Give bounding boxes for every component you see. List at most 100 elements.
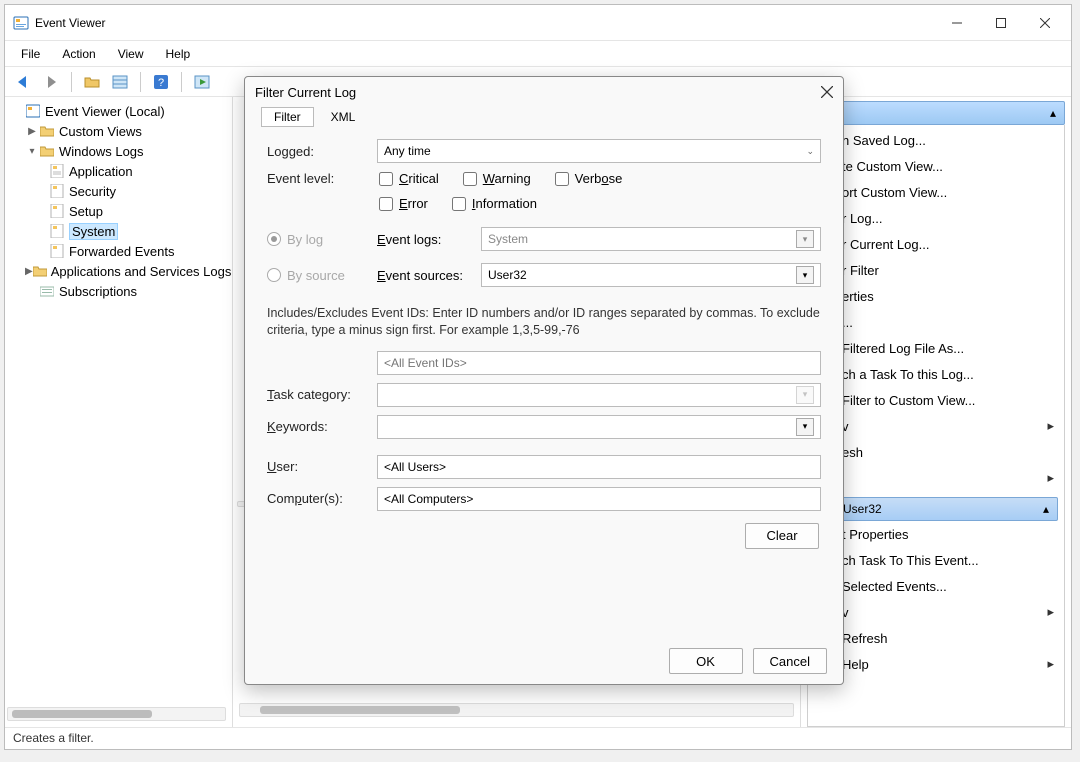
submenu-arrow-icon: ▸ [1047, 470, 1054, 486]
event-viewer-icon [13, 15, 29, 31]
event-sources-value: User32 [488, 268, 527, 282]
event-logs-label: Event logs: [377, 232, 473, 247]
clear-button[interactable]: Clear [745, 523, 819, 549]
tree-security[interactable]: Security [7, 181, 230, 201]
folder-open-icon [39, 143, 55, 159]
window-minimize-button[interactable] [935, 9, 979, 37]
toolbar-separator [140, 72, 141, 92]
tree-item-label: Setup [69, 204, 103, 219]
keywords-dropdown[interactable]: ▾ [377, 415, 821, 439]
action-label: r Log... [842, 211, 882, 226]
table-icon[interactable] [108, 70, 132, 94]
logged-value: Any time [384, 144, 431, 158]
tree-root[interactable]: Event Viewer (Local) [7, 101, 230, 121]
dialog-titlebar: Filter Current Log [245, 77, 843, 107]
tree-setup[interactable]: Setup [7, 201, 230, 221]
tree-horizontal-scrollbar[interactable] [7, 707, 226, 721]
tree-subscriptions[interactable]: ▶Subscriptions [7, 281, 230, 301]
information-checkbox[interactable]: Information [452, 196, 537, 211]
tree-item-label: Subscriptions [59, 284, 137, 299]
dialog-body: Filter XML Logged: Any time ⌄ Event leve… [245, 107, 843, 638]
action-label: te Custom View... [842, 159, 943, 174]
log-icon [49, 243, 65, 259]
action-save-filter[interactable]: Filter to Custom View... [808, 387, 1064, 413]
error-checkbox[interactable]: Error [379, 196, 428, 211]
tree-windows-logs[interactable]: ▾Windows Logs [7, 141, 230, 161]
action-properties[interactable]: erties [808, 283, 1064, 309]
action-refresh-2[interactable]: Refresh [808, 625, 1064, 651]
help-icon[interactable]: ? [149, 70, 173, 94]
window-close-button[interactable] [1023, 9, 1067, 37]
tree-custom-views[interactable]: ▶Custom Views [7, 121, 230, 141]
action-label: Selected Events... [842, 579, 947, 594]
event-ids-help: Includes/Excludes Event IDs: Enter ID nu… [267, 305, 821, 339]
menu-file[interactable]: File [11, 43, 50, 65]
tree-system[interactable]: System [7, 221, 230, 241]
dialog-close-button[interactable] [821, 86, 833, 98]
logged-dropdown[interactable]: Any time ⌄ [377, 139, 821, 163]
action-clear-log[interactable]: r Log... [808, 205, 1064, 231]
tab-filter[interactable]: Filter [261, 107, 314, 127]
filter-current-log-dialog: Filter Current Log Filter XML Logged: An… [244, 76, 844, 685]
warning-checkbox[interactable]: Warning [463, 171, 531, 186]
actions-header-system[interactable]: ▴ [807, 101, 1065, 125]
folder-icon [39, 123, 55, 139]
event-logs-dropdown[interactable]: System ▾ [481, 227, 821, 251]
action-label: r Filter [842, 263, 879, 278]
svg-text:?: ? [158, 77, 164, 89]
forward-icon[interactable] [39, 70, 63, 94]
action-refresh[interactable]: esh [808, 439, 1064, 465]
details-horizontal-scrollbar[interactable] [239, 703, 794, 717]
console-tree[interactable]: Event Viewer (Local) ▶Custom Views ▾Wind… [5, 97, 232, 705]
tree-pane: Event Viewer (Local) ▶Custom Views ▾Wind… [5, 97, 233, 727]
play-icon[interactable] [190, 70, 214, 94]
event-logs-value: System [488, 232, 528, 246]
menu-help[interactable]: Help [156, 43, 201, 65]
action-save-filtered[interactable]: Filtered Log File As... [808, 335, 1064, 361]
menu-view[interactable]: View [108, 43, 154, 65]
tree-forwarded-events[interactable]: Forwarded Events [7, 241, 230, 261]
action-create-custom-view[interactable]: ✳te Custom View... [808, 153, 1064, 179]
titlebar: Event Viewer [5, 5, 1071, 41]
by-log-radio[interactable] [267, 232, 281, 246]
tab-xml[interactable]: XML [318, 107, 369, 127]
action-save-selected[interactable]: Selected Events... [808, 573, 1064, 599]
computers-input[interactable] [377, 487, 821, 511]
back-icon[interactable] [11, 70, 35, 94]
action-view-submenu[interactable]: v▸ [808, 413, 1064, 439]
action-import-custom-view[interactable]: ort Custom View... [808, 179, 1064, 205]
action-attach-task-event[interactable]: ch Task To This Event... [808, 547, 1064, 573]
action-help-2[interactable]: ?Help▸ [808, 651, 1064, 677]
by-source-radio[interactable] [267, 268, 281, 282]
action-find[interactable]: ... [808, 309, 1064, 335]
ok-button[interactable]: OK [669, 648, 743, 674]
task-category-dropdown[interactable]: ▾ [377, 383, 821, 407]
dialog-tabs: Filter XML [261, 107, 827, 127]
action-event-properties[interactable]: t Properties [808, 521, 1064, 547]
critical-checkbox[interactable]: Critical [379, 171, 439, 186]
actions-header-event[interactable]: 74, User32 ▴ [814, 497, 1058, 521]
folder-icon[interactable] [80, 70, 104, 94]
event-sources-dropdown[interactable]: User32 ▾ [481, 263, 821, 287]
chevron-down-icon: ▾ [796, 386, 814, 404]
toolbar-separator [181, 72, 182, 92]
tree-application[interactable]: Application [7, 161, 230, 181]
computers-label: Computer(s): [267, 491, 369, 506]
verbose-checkbox[interactable]: Verbose [555, 171, 623, 186]
action-help-submenu[interactable]: ▸ [808, 465, 1064, 491]
action-attach-task[interactable]: ch a Task To this Log... [808, 361, 1064, 387]
statusbar-text: Creates a filter. [13, 731, 94, 745]
action-clear-filter[interactable]: r Filter [808, 257, 1064, 283]
menu-action[interactable]: Action [52, 43, 105, 65]
chevron-down-icon: ▾ [796, 230, 814, 248]
action-label: erties [842, 289, 874, 304]
user-input[interactable] [377, 455, 821, 479]
action-copy-submenu[interactable]: v▸ [808, 599, 1064, 625]
action-open-saved-log[interactable]: 📂n Saved Log... [808, 127, 1064, 153]
tree-app-services-logs[interactable]: ▶Applications and Services Logs [7, 261, 230, 281]
task-category-label: Task category: [267, 387, 369, 402]
action-filter-current-log[interactable]: r Current Log... [808, 231, 1064, 257]
event-ids-input[interactable] [377, 351, 821, 375]
window-maximize-button[interactable] [979, 9, 1023, 37]
cancel-button[interactable]: Cancel [753, 648, 827, 674]
